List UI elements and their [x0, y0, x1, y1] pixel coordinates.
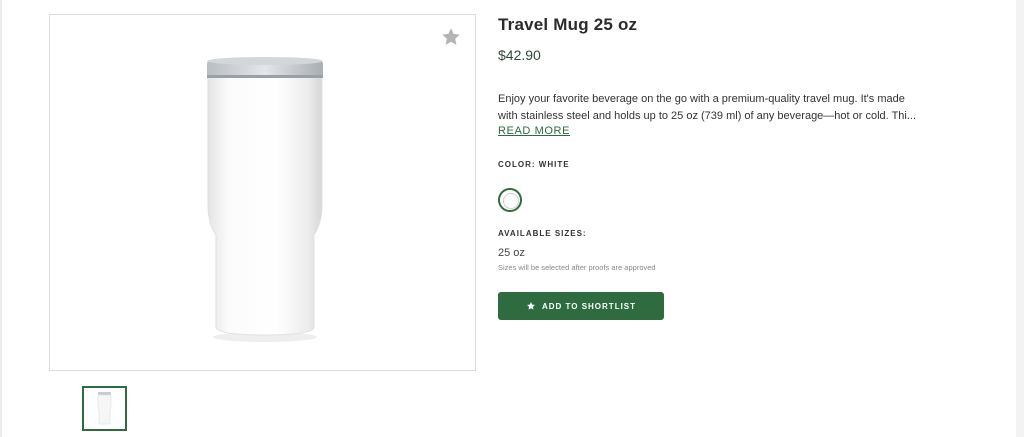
product-title: Travel Mug 25 oz — [498, 15, 638, 34]
color-swatch-white[interactable] — [498, 188, 522, 212]
product-description: Enjoy your favorite beverage on the go w… — [498, 91, 968, 125]
page-scroll-edge — [1016, 0, 1024, 437]
description-line: with stainless steel and holds up to 25 … — [498, 110, 917, 122]
product-price: $42.90 — [498, 47, 541, 63]
shortlist-button-label: ADD TO SHORTLIST — [541, 301, 637, 311]
size-value: 25 oz — [498, 247, 525, 259]
product-image-gallery — [49, 14, 476, 371]
star-icon — [526, 302, 535, 310]
available-sizes-label: AVAILABLE SIZES: — [498, 229, 587, 238]
gallery-thumbnail[interactable] — [82, 386, 127, 431]
favorite-button[interactable] — [440, 26, 462, 48]
color-label: COLOR: WHITE — [498, 160, 570, 169]
product-main-image[interactable] — [200, 55, 330, 345]
travel-mug-image — [207, 57, 323, 342]
read-more-link[interactable]: READ MORE — [498, 125, 570, 137]
description-line: Enjoy your favorite beverage on the go w… — [498, 93, 905, 105]
swatch-fill — [503, 193, 519, 209]
add-to-shortlist-button[interactable]: ADD TO SHORTLIST — [498, 292, 664, 320]
travel-mug-thumbnail-image — [97, 392, 112, 425]
page-left-rule — [0, 0, 2, 437]
star-icon — [442, 28, 460, 45]
size-note: Sizes will be selected after proofs are … — [498, 263, 656, 272]
